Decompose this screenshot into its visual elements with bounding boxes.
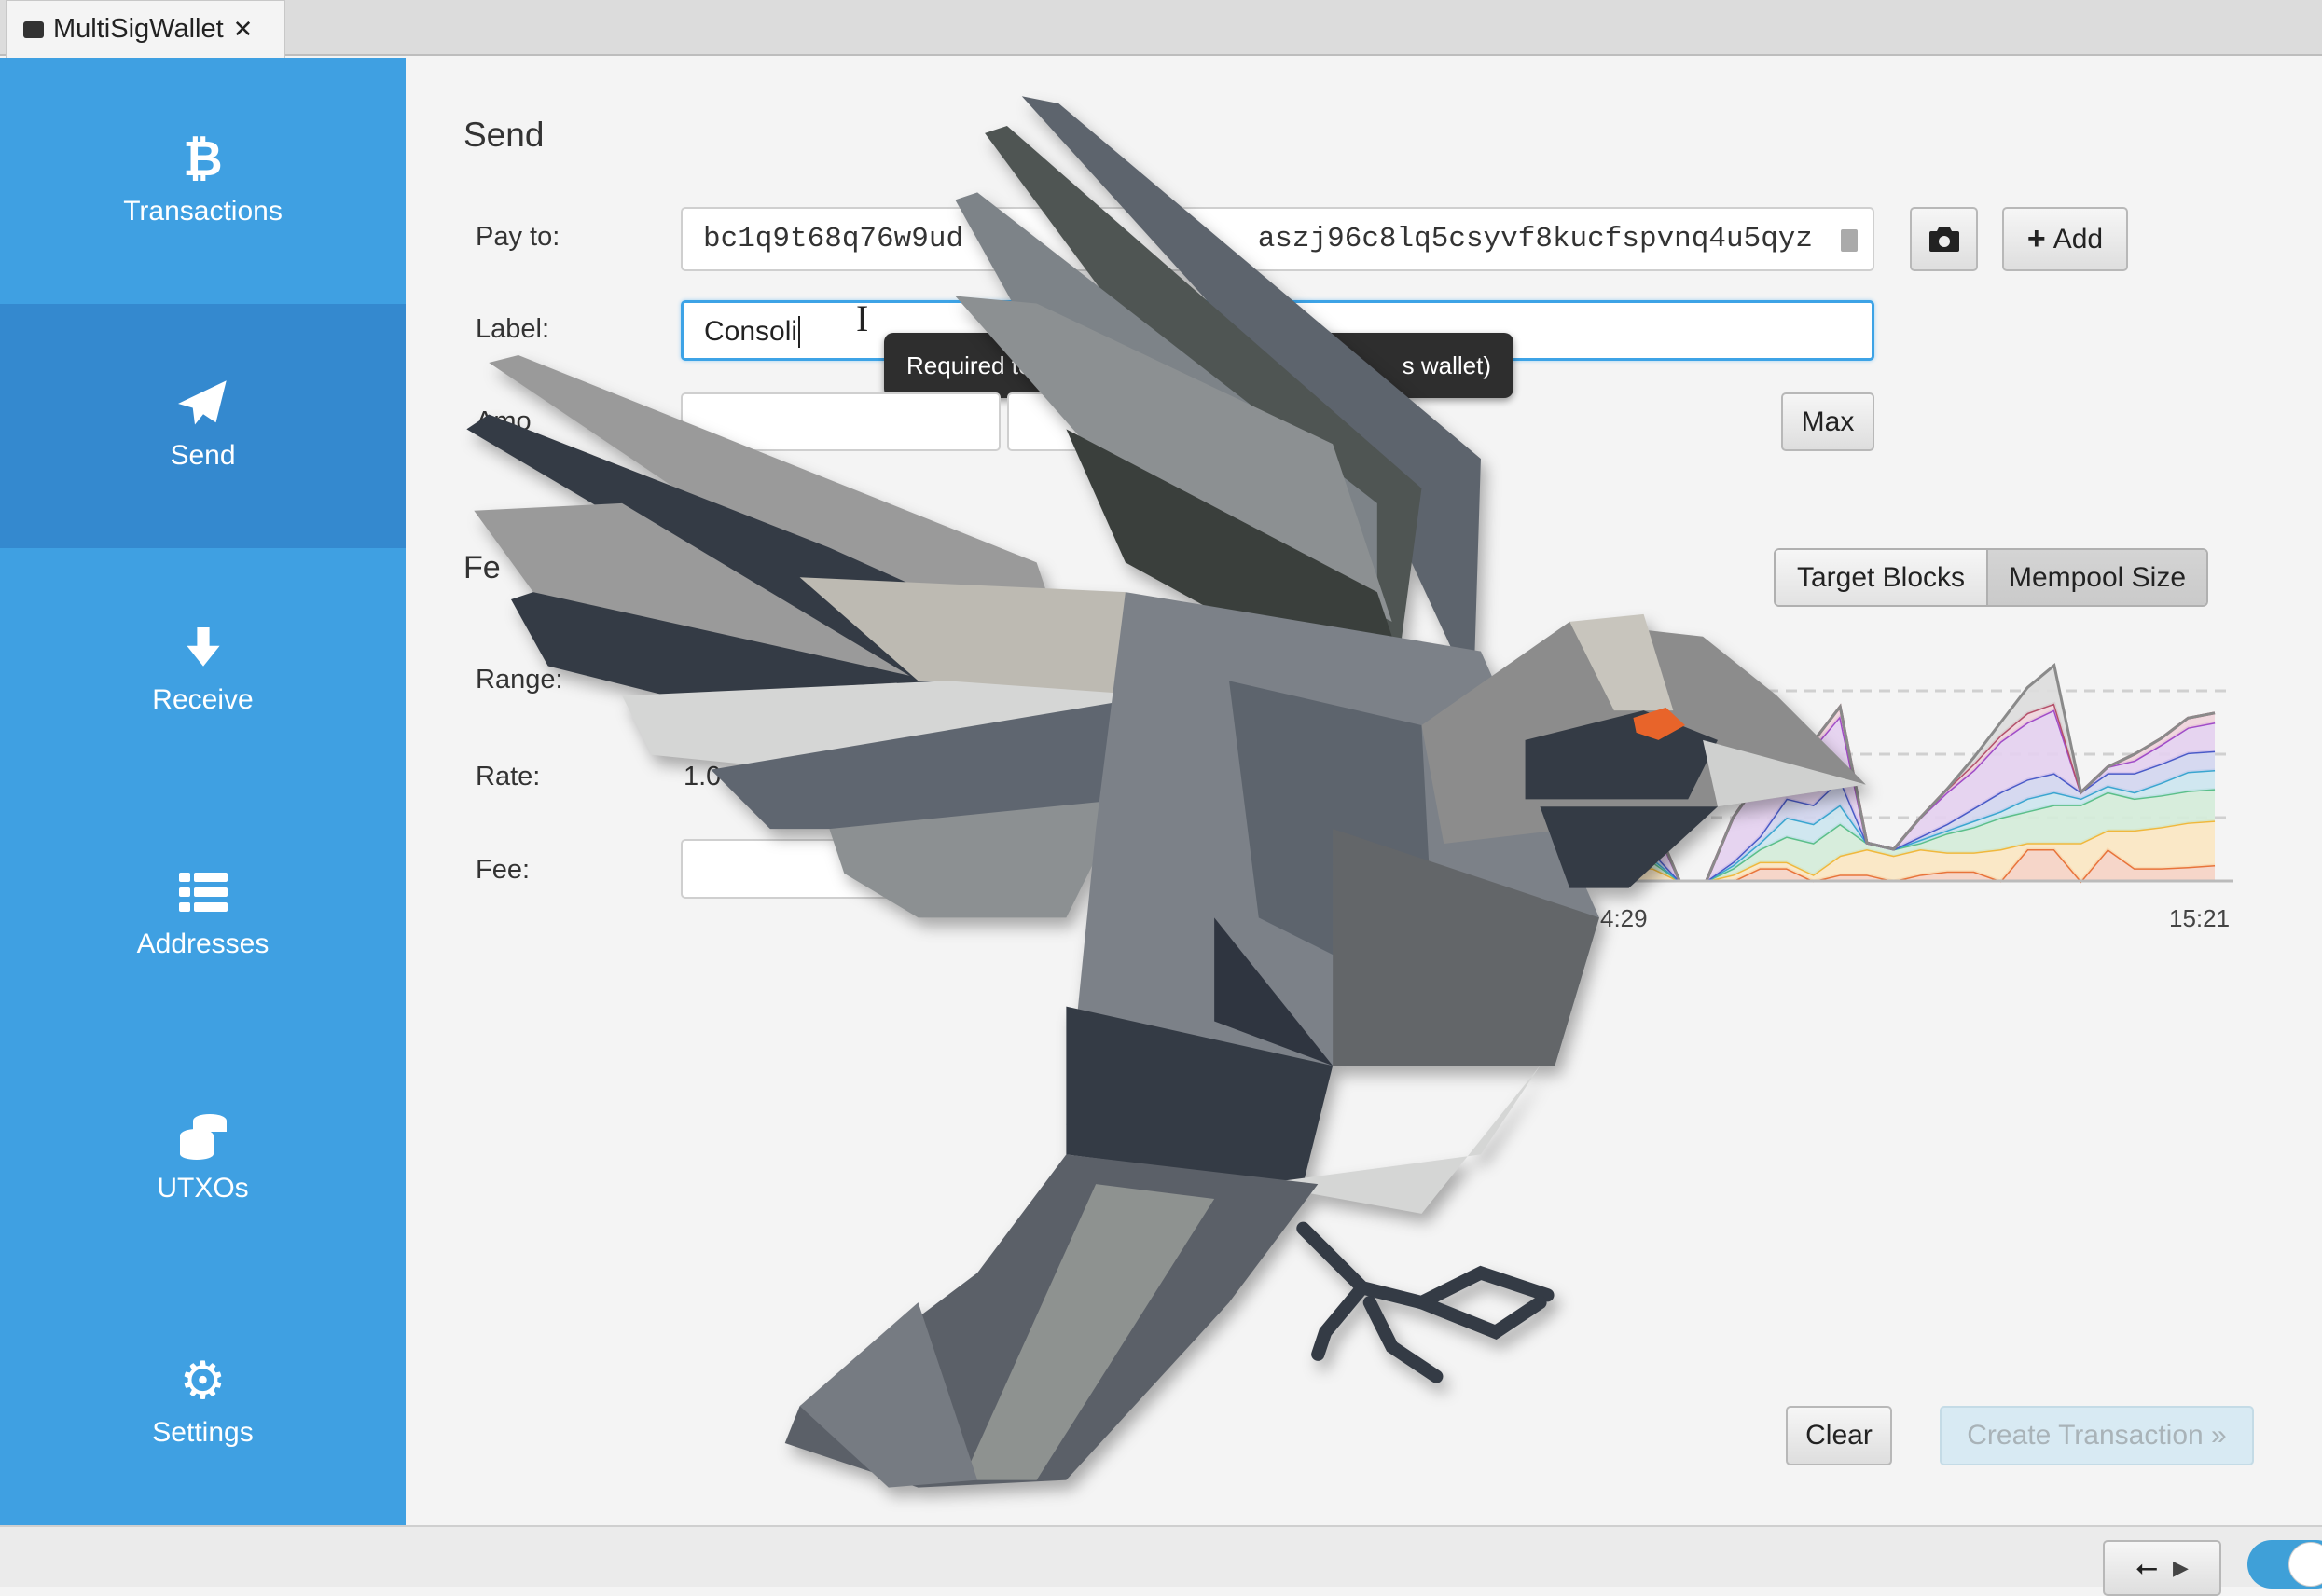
toggle-knob	[2288, 1542, 2322, 1587]
gear-icon: ⚙	[179, 1351, 227, 1410]
sidebar-item-receive[interactable]: Receive	[0, 548, 406, 792]
usb-icon: ⭠	[2135, 1552, 2159, 1583]
bitcoin-icon: ₿	[183, 132, 223, 186]
paper-plane-icon	[177, 380, 228, 427]
plus-icon: +	[2026, 221, 2046, 256]
sidebar-item-settings[interactable]: ⚙ Settings	[0, 1281, 406, 1525]
tab-title: MultiSigWallet	[53, 14, 224, 44]
pay-to-value-start: bc1q9t68q76w9ud	[703, 223, 964, 255]
camera-icon	[1928, 227, 1959, 252]
text-cursor-icon: I	[856, 297, 869, 339]
add-button[interactable]: + Add	[2002, 207, 2128, 271]
label-label: Label:	[476, 314, 550, 344]
play-icon: ▶	[2173, 1556, 2189, 1579]
rate-label: Rate:	[476, 762, 541, 791]
fee-chart-toggle: Target Blocks Mempool Size	[1774, 548, 2208, 607]
arrow-down-icon	[182, 625, 225, 671]
sidebar-item-label: Addresses	[136, 929, 270, 959]
scan-qr-button[interactable]	[1910, 207, 1978, 271]
wallet-icon	[23, 21, 44, 38]
target-blocks-toggle[interactable]: Target Blocks	[1776, 550, 1988, 605]
create-transaction-button[interactable]: Create Transaction »	[1940, 1406, 2254, 1465]
sidebar-item-label: Transactions	[123, 196, 283, 227]
sidebar-item-addresses[interactable]: Addresses	[0, 792, 406, 1037]
label-value: Consoli	[704, 316, 801, 348]
tooltip-text-start: Required to	[906, 351, 1032, 379]
clear-button[interactable]: Clear	[1786, 1406, 1892, 1465]
x-tick-label: 4:29	[1600, 904, 1648, 932]
fee-heading: Fe	[463, 550, 501, 585]
tooltip-text-end: s wallet)	[1402, 351, 1491, 379]
hardware-wallet-button[interactable]: ⭠ ▶	[2103, 1540, 2221, 1596]
sidebar: ₿ Transactions Send Receive Addresses UT…	[0, 58, 406, 1525]
mempool-chart	[1506, 663, 2233, 884]
rate-value: 1.0	[684, 762, 722, 791]
pay-to-value-end: aszj96c8lq5csyvf8kucfspvnq4u5qyz	[1257, 223, 1813, 255]
sidebar-item-label: Send	[170, 440, 236, 471]
coins-icon	[178, 1113, 228, 1160]
amount-unit-select[interactable]	[1007, 392, 1194, 451]
online-toggle[interactable]	[2247, 1540, 2322, 1589]
fee-input[interactable]	[681, 839, 1054, 899]
tab-multisigwallet[interactable]: MultiSigWallet ✕	[6, 0, 285, 58]
status-bar: ⭠ ▶	[0, 1525, 2322, 1596]
label-tooltip: Required to s wallet)	[884, 333, 1513, 398]
sidebar-item-label: UTXOs	[157, 1173, 249, 1204]
page-title: Send	[463, 116, 545, 154]
sidebar-item-utxos[interactable]: UTXOs	[0, 1037, 406, 1281]
max-button[interactable]: Max	[1781, 392, 1874, 451]
list-icon	[178, 869, 228, 915]
sidebar-item-transactions[interactable]: ₿ Transactions	[0, 60, 406, 304]
sidebar-item-label: Settings	[152, 1417, 254, 1448]
tab-bar: MultiSigWallet ✕	[0, 0, 2322, 58]
pay-to-input[interactable]: bc1q9t68q76w9ud aszj96c8lq5csyvf8kucfspv…	[681, 207, 1874, 271]
fee-label: Fee:	[476, 855, 531, 885]
pay-to-label: Pay to:	[476, 222, 560, 252]
add-label: Add	[2052, 223, 2104, 255]
range-label: Range:	[476, 665, 563, 695]
clipboard-icon[interactable]	[1841, 229, 1858, 252]
sidebar-item-send[interactable]: Send	[0, 304, 406, 548]
sidebar-item-label: Receive	[152, 684, 254, 715]
close-icon[interactable]: ✕	[233, 15, 254, 44]
amount-input[interactable]	[681, 392, 1001, 451]
amount-label: Amo	[476, 406, 532, 436]
x-tick-label: 15:21	[2169, 904, 2231, 932]
mempool-size-toggle[interactable]: Mempool Size	[1988, 550, 2206, 605]
